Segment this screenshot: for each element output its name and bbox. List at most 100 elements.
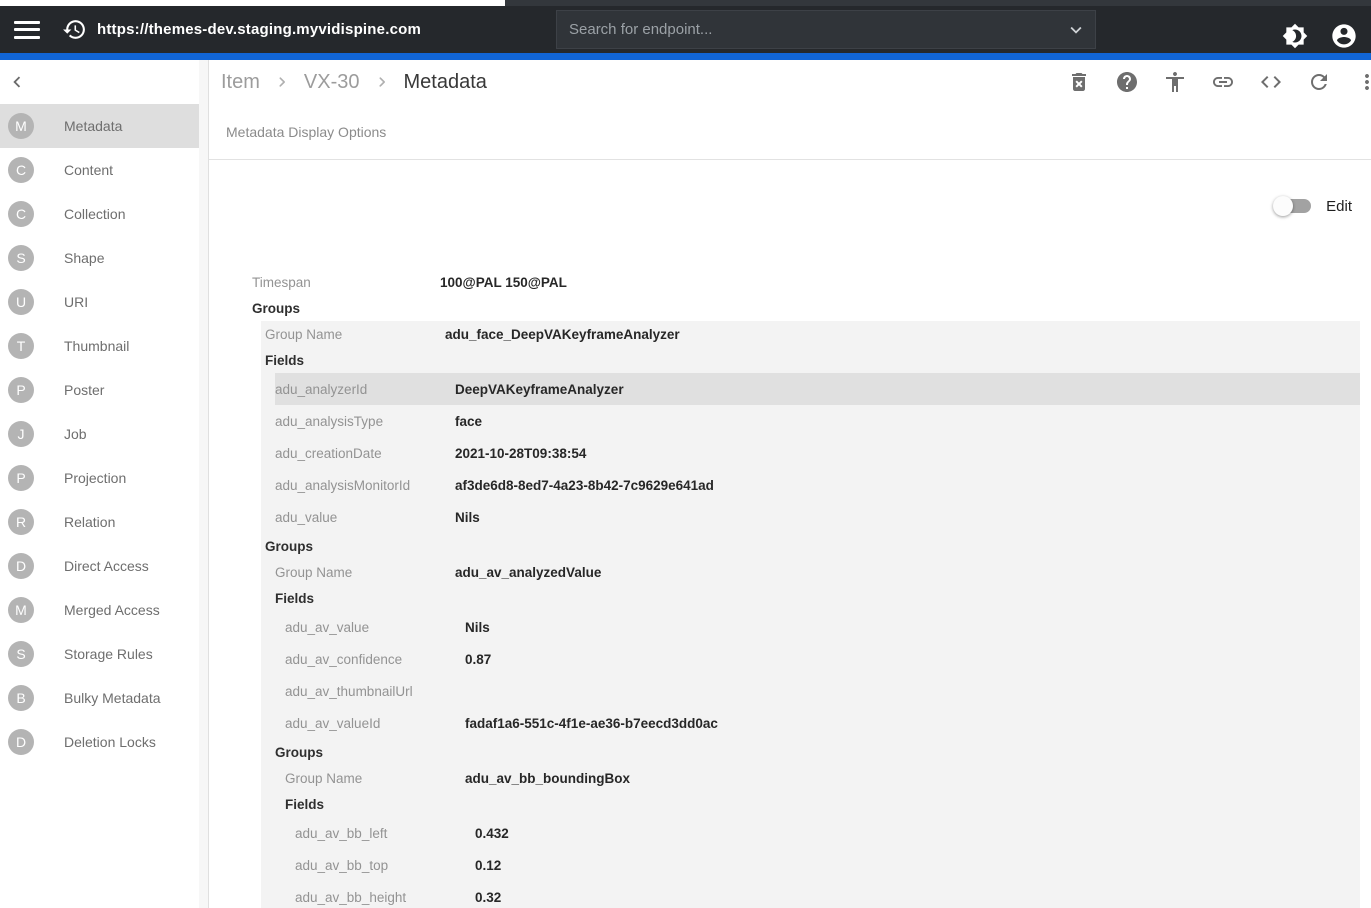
sidebar-item-shape[interactable]: SShape: [0, 236, 200, 280]
link-icon[interactable]: [1211, 70, 1235, 94]
metadata-field-row[interactable]: adu_valueNils: [275, 501, 1360, 533]
help-icon[interactable]: [1115, 70, 1139, 94]
group-name-row[interactable]: Group Nameadu_av_bb_boundingBox: [285, 765, 1360, 791]
item-initial-avatar: R: [8, 509, 34, 535]
sidebar-item-label: Bulky Metadata: [64, 690, 161, 706]
sidebar-item-collection[interactable]: CCollection: [0, 192, 200, 236]
tree-header-label: Groups: [252, 301, 300, 316]
metadata-field-row[interactable]: adu_av_bb_left0.432: [295, 817, 1360, 849]
item-initial-avatar: C: [8, 157, 34, 183]
field-value: DeepVAKeyframeAnalyzer: [455, 382, 624, 397]
sidebar-item-label: Relation: [64, 514, 115, 530]
breadcrumb-vx-30[interactable]: VX-30: [304, 71, 360, 94]
groups-header: Groups: [265, 533, 1360, 559]
sidebar-item-label: Merged Access: [64, 602, 160, 618]
field-value: 2021-10-28T09:38:54: [455, 446, 586, 461]
chevron-down-icon[interactable]: [1065, 19, 1087, 41]
field-value: fadaf1a6-551c-4f1e-ae36-b7eecd3dd0ac: [465, 716, 718, 731]
field-label: adu_av_bb_top: [295, 858, 475, 873]
item-initial-avatar: P: [8, 377, 34, 403]
sidebar-item-job[interactable]: JJob: [0, 412, 200, 456]
group-name-row[interactable]: Group Nameadu_face_DeepVAKeyframeAnalyze…: [265, 321, 1360, 347]
fields-header: Fields: [275, 585, 1360, 611]
menu-icon[interactable]: [14, 21, 40, 39]
field-label: adu_av_confidence: [285, 652, 465, 667]
field-label: adu_analyzerId: [275, 382, 455, 397]
endpoint-search: [556, 10, 1096, 49]
accessibility-icon[interactable]: [1163, 70, 1187, 94]
item-initial-avatar: J: [8, 421, 34, 447]
search-input[interactable]: [557, 21, 1065, 38]
metadata-group-panel: Group Nameadu_av_analyzedValueFieldsadu_…: [271, 559, 1360, 908]
field-label: adu_creationDate: [275, 446, 455, 461]
sidebar-item-metadata[interactable]: MMetadata: [0, 104, 200, 148]
edit-toggle[interactable]: [1273, 196, 1311, 216]
refresh-icon[interactable]: [1307, 70, 1331, 94]
more-vert-icon[interactable]: [1355, 70, 1371, 94]
tree-header-label: Groups: [275, 745, 323, 760]
sidebar-item-label: URI: [64, 294, 88, 310]
sidebar-item-relation[interactable]: R Relation: [0, 500, 200, 544]
item-initial-avatar: C: [8, 201, 34, 227]
field-label: adu_av_value: [285, 620, 465, 635]
item-initial-avatar: D: [8, 553, 34, 579]
section-title: Metadata Display Options: [226, 124, 386, 140]
fields-header: Fields: [285, 791, 1360, 817]
metadata-field-row[interactable]: adu_analysisTypeface: [275, 405, 1360, 437]
metadata-field-row[interactable]: adu_creationDate2021-10-28T09:38:54: [275, 437, 1360, 469]
metadata-field-row[interactable]: adu_av_bb_height0.32: [295, 881, 1360, 908]
metadata-display-options-bar[interactable]: Metadata Display Options: [209, 104, 1371, 160]
sidebar-item-content[interactable]: CContent: [0, 148, 200, 192]
metadata-tree: Timespan100@PAL 150@PALGroupsGroup Namea…: [252, 269, 1360, 908]
breadcrumb: ItemVX-30Metadata: [221, 71, 487, 94]
history-icon[interactable]: [62, 17, 87, 42]
sidebar-item-label: Metadata: [64, 118, 122, 134]
sidebar-item-thumbnail[interactable]: TThumbnail: [0, 324, 200, 368]
tree-header-label: Fields: [265, 353, 304, 368]
item-initial-avatar: B: [8, 685, 34, 711]
account-icon[interactable]: [1330, 22, 1358, 50]
chevron-left-icon[interactable]: [6, 71, 28, 93]
accent-bar: [0, 53, 1371, 60]
chevron-right-icon: [272, 72, 292, 92]
field-label: adu_analysisType: [275, 414, 455, 429]
sidebar-item-label: Shape: [64, 250, 104, 266]
metadata-field-row[interactable]: adu_analysisMonitorIdaf3de6d8-8ed7-4a23-…: [275, 469, 1360, 501]
sidebar-item-storage-rules[interactable]: SStorage Rules: [0, 632, 200, 676]
sidebar-item-projection[interactable]: PProjection: [0, 456, 200, 500]
metadata-field-row[interactable]: adu_av_thumbnailUrl: [285, 675, 1360, 707]
brightness-icon[interactable]: [1282, 23, 1308, 49]
top-app-bar: https://themes-dev.staging.myvidispine.c…: [0, 0, 1371, 53]
sidebar-item-uri[interactable]: UURI: [0, 280, 200, 324]
delete-icon[interactable]: [1067, 70, 1091, 94]
field-value: Nils: [455, 510, 480, 525]
metadata-field-row[interactable]: adu_analyzerIdDeepVAKeyframeAnalyzer: [275, 373, 1360, 405]
breadcrumb-item[interactable]: Item: [221, 71, 260, 94]
field-label: Group Name: [265, 327, 445, 342]
metadata-field-row[interactable]: adu_av_bb_top0.12: [295, 849, 1360, 881]
group-name-row[interactable]: Group Nameadu_av_analyzedValue: [275, 559, 1360, 585]
sidebar-item-deletion-locks[interactable]: D Deletion Locks: [0, 720, 200, 764]
metadata-field-row[interactable]: adu_av_valueIdfadaf1a6-551c-4f1e-ae36-b7…: [285, 707, 1360, 739]
item-initial-avatar: M: [8, 597, 34, 623]
metadata-group-panel: Group Nameadu_av_bb_boundingBoxFieldsadu…: [281, 765, 1360, 908]
sidebar-item-direct-access[interactable]: DDirect Access: [0, 544, 200, 588]
timespan-row[interactable]: Timespan100@PAL 150@PAL: [252, 269, 1360, 295]
metadata-field-row[interactable]: adu_av_confidence0.87: [285, 643, 1360, 675]
sidebar-item-label: Poster: [64, 382, 104, 398]
field-label: Group Name: [285, 771, 465, 786]
field-label: adu_analysisMonitorId: [275, 478, 455, 493]
field-value: adu_av_analyzedValue: [455, 565, 601, 580]
sidebar-scrollbar[interactable]: [199, 60, 208, 908]
field-value: adu_face_DeepVAKeyframeAnalyzer: [445, 327, 680, 342]
code-icon[interactable]: [1259, 70, 1283, 94]
metadata-field-row[interactable]: adu_av_valueNils: [285, 611, 1360, 643]
sidebar-item-merged-access[interactable]: M Merged Access: [0, 588, 200, 632]
item-initial-avatar: D: [8, 729, 34, 755]
groups-header: Groups: [252, 295, 1360, 321]
sidebar-item-label: Deletion Locks: [64, 734, 156, 750]
field-value: 0.32: [475, 890, 501, 905]
edit-toggle-label: Edit: [1326, 198, 1352, 215]
sidebar-item-bulky-metadata[interactable]: B Bulky Metadata: [0, 676, 200, 720]
sidebar-item-poster[interactable]: P Poster: [0, 368, 200, 412]
